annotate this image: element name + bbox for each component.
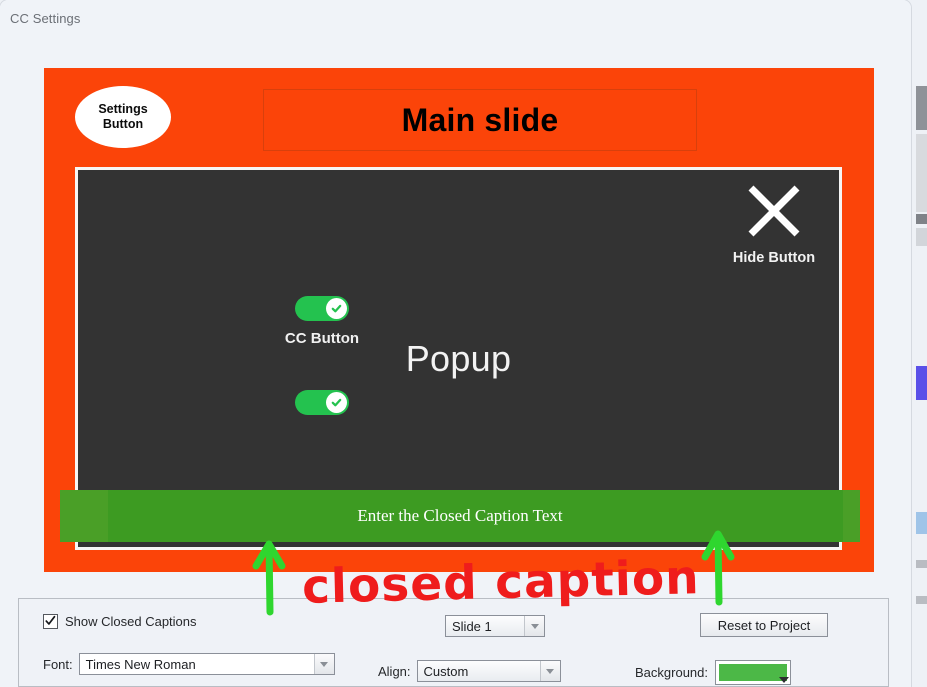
cc-settings-panel: Show Closed Captions Font: Times New Rom…	[18, 598, 889, 687]
closed-caption-text: Enter the Closed Caption Text	[357, 506, 563, 525]
settings-button[interactable]: Settings Button	[75, 86, 171, 148]
background-color-swatch	[719, 664, 787, 681]
slide-selector-dropdown[interactable]: Slide 1	[445, 615, 545, 637]
background-window-fragment	[916, 228, 927, 246]
check-icon	[45, 615, 56, 625]
check-icon	[331, 304, 342, 313]
reset-to-project-button[interactable]: Reset to Project	[700, 613, 828, 637]
hide-button-label: Hide Button	[732, 250, 816, 266]
settings-button-label-line2: Button	[102, 117, 144, 131]
cc-toggle-switch-top[interactable]	[295, 296, 349, 321]
chevron-down-icon[interactable]	[313, 654, 334, 674]
background-window-fragment	[916, 134, 927, 212]
check-icon	[331, 398, 342, 407]
align-label: Align:	[378, 663, 411, 679]
show-closed-captions-checkbox[interactable]: Show Closed Captions	[43, 614, 197, 629]
window-titlebar[interactable]: CC Settings	[0, 0, 911, 38]
background-color-picker[interactable]	[715, 660, 791, 685]
slide-title: Main slide	[401, 101, 559, 138]
closed-caption-bar[interactable]: Enter the Closed Caption Text	[60, 490, 860, 542]
background-window-fragment	[916, 560, 927, 568]
toggle-knob	[326, 392, 347, 413]
slide-selector-value: Slide 1	[452, 618, 492, 634]
annotation-text: closed caption	[301, 550, 701, 615]
background-row: Background:	[635, 660, 791, 685]
close-x-icon	[748, 185, 800, 237]
window-title: CC Settings	[10, 11, 81, 26]
background-label: Background:	[635, 665, 708, 680]
slide-preview: Settings Button Main slide Hide Button C…	[44, 68, 874, 572]
chevron-down-icon[interactable]	[539, 661, 560, 681]
align-dropdown-value: Custom	[423, 663, 469, 679]
font-row: Font: Times New Roman	[43, 653, 335, 675]
font-dropdown[interactable]: Times New Roman	[78, 653, 335, 675]
background-window-fragment	[916, 596, 927, 604]
chevron-down-icon[interactable]	[524, 616, 544, 636]
show-closed-captions-label: Show Closed Captions	[65, 614, 197, 629]
background-window-fragment	[916, 86, 927, 130]
background-desktop-strip	[911, 0, 927, 687]
background-window-fragment	[916, 512, 927, 534]
cc-toggle-switch-bottom[interactable]	[295, 390, 349, 415]
chevron-down-icon[interactable]	[779, 677, 789, 683]
align-dropdown[interactable]: Custom	[416, 660, 561, 682]
align-row: Align: Custom	[378, 660, 561, 682]
font-dropdown-value: Times New Roman	[85, 656, 196, 672]
settings-button-label-line1: Settings	[98, 101, 148, 116]
popup-label: Popup	[405, 338, 512, 379]
font-label: Font:	[43, 656, 73, 672]
toggle-knob	[326, 298, 347, 319]
slide-title-box[interactable]: Main slide	[263, 89, 697, 151]
checkbox-box	[43, 614, 58, 629]
background-window-fragment	[916, 366, 927, 400]
background-window-fragment	[916, 214, 927, 224]
hide-button[interactable]: Hide Button	[722, 180, 826, 266]
